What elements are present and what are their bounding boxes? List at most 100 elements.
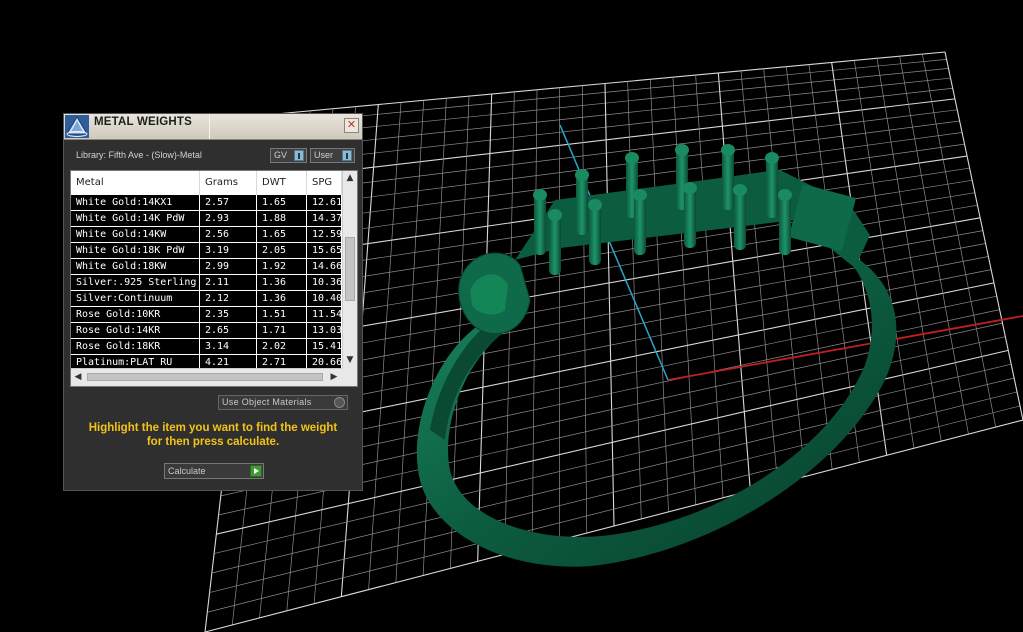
prong-tip: [721, 144, 735, 156]
metal-weights-panel: METAL WEIGHTS ✕ Library: Fifth Ave - (Sl…: [63, 113, 363, 491]
prong: [722, 150, 734, 210]
cell-metal: White Gold:14KW: [71, 227, 200, 242]
cell-spg: 12.61: [307, 195, 342, 210]
table-row[interactable]: Platinum:PLAT RU 4.21 2.71 20.66: [71, 355, 342, 368]
cell-metal: White Gold:14K PdW: [71, 211, 200, 226]
column-header-dwt[interactable]: DWT: [257, 171, 307, 195]
prong: [589, 205, 601, 265]
cell-grams: 2.35: [200, 307, 257, 322]
vertical-scrollbar[interactable]: ▲ ▼: [342, 171, 357, 368]
cell-dwt: 1.36: [257, 291, 307, 306]
table-row[interactable]: White Gold:18KW 2.99 1.92 14.66: [71, 259, 342, 275]
vertical-scroll-thumb[interactable]: [345, 237, 355, 301]
prong-tip: [765, 152, 779, 164]
table-row[interactable]: White Gold:18K PdW 3.19 2.05 15.65: [71, 243, 342, 259]
cell-metal: Silver:.925 Sterling: [71, 275, 200, 290]
table-row[interactable]: White Gold:14K PdW 2.93 1.88 14.37: [71, 211, 342, 227]
prong-tip: [575, 169, 589, 181]
cell-metal: White Gold:14KX1: [71, 195, 200, 210]
table-row[interactable]: Silver:.925 Sterling 2.11 1.36 10.36: [71, 275, 342, 291]
cell-dwt: 1.51: [257, 307, 307, 322]
library-label: Library: Fifth Ave - (Slow)-Metal: [76, 150, 202, 160]
panel-titlebar[interactable]: METAL WEIGHTS ✕: [64, 114, 362, 140]
prong-tip: [633, 189, 647, 201]
cell-grams: 2.11: [200, 275, 257, 290]
cell-grams: 2.93: [200, 211, 257, 226]
chevron-down-icon[interactable]: ▼: [343, 353, 357, 367]
column-header-grams[interactable]: Grams: [200, 171, 257, 195]
chevron-left-icon[interactable]: ◀: [71, 370, 85, 384]
cell-metal: Rose Gold:10KR: [71, 307, 200, 322]
prong-tip: [625, 152, 639, 164]
cell-metal: White Gold:18KW: [71, 259, 200, 274]
instruction-text: Highlight the item you want to find the …: [64, 421, 362, 449]
prong: [549, 215, 561, 275]
cell-spg: 14.66: [307, 259, 342, 274]
cell-dwt: 1.65: [257, 195, 307, 210]
column-header-spg[interactable]: SPG: [307, 171, 342, 195]
prong-tip: [548, 209, 562, 221]
titlebar-divider: [209, 114, 210, 139]
table-header: Metal Grams DWT SPG: [71, 171, 342, 195]
prong: [534, 195, 546, 255]
pyramid-logo-icon: [65, 115, 89, 138]
cell-grams: 3.19: [200, 243, 257, 258]
cell-spg: 14.37: [307, 211, 342, 226]
table-row[interactable]: White Gold:14KW 2.56 1.65 12.59: [71, 227, 342, 243]
prong: [684, 188, 696, 248]
gv-toggle[interactable]: GV: [270, 148, 307, 163]
prong-tip: [683, 182, 697, 194]
cell-dwt: 2.02: [257, 339, 307, 354]
cell-grams: 2.12: [200, 291, 257, 306]
user-toggle-label: User: [314, 150, 334, 160]
cell-spg: 10.40: [307, 291, 342, 306]
calculate-label: Calculate: [168, 466, 206, 476]
cell-spg: 10.36: [307, 275, 342, 290]
close-icon[interactable]: ✕: [344, 118, 359, 133]
table-row[interactable]: Silver:Continuum 2.12 1.36 10.40: [71, 291, 342, 307]
horizontal-scroll-thumb[interactable]: [87, 373, 323, 381]
cell-dwt: 1.65: [257, 227, 307, 242]
cell-spg: 13.03: [307, 323, 342, 338]
use-object-materials-option[interactable]: Use Object Materials: [218, 395, 348, 410]
cell-grams: 4.21: [200, 355, 257, 368]
user-toggle[interactable]: User: [310, 148, 355, 163]
cell-spg: 12.59: [307, 227, 342, 242]
horizontal-scrollbar[interactable]: ◀ ▶: [71, 368, 342, 386]
cell-grams: 2.56: [200, 227, 257, 242]
table-row[interactable]: Rose Gold:14KR 2.65 1.71 13.03: [71, 323, 342, 339]
cell-grams: 2.65: [200, 323, 257, 338]
cell-grams: 2.99: [200, 259, 257, 274]
table-row[interactable]: White Gold:14KX1 2.57 1.65 12.61: [71, 195, 342, 211]
prong-tip: [733, 184, 747, 196]
cell-dwt: 1.36: [257, 275, 307, 290]
scrollbar-corner: [342, 368, 357, 386]
gv-toggle-label: GV: [274, 150, 288, 160]
table-row[interactable]: Rose Gold:10KR 2.35 1.51 11.54: [71, 307, 342, 323]
instruction-line-1: Highlight the item you want to find the …: [88, 422, 338, 434]
cell-metal: Rose Gold:18KR: [71, 339, 200, 354]
chevron-right-icon[interactable]: ▶: [327, 370, 341, 384]
calculate-button[interactable]: Calculate: [164, 463, 264, 479]
table-row[interactable]: Rose Gold:18KR 3.14 2.02 15.41: [71, 339, 342, 355]
cell-dwt: 2.71: [257, 355, 307, 368]
column-header-metal[interactable]: Metal: [71, 171, 200, 195]
cell-grams: 3.14: [200, 339, 257, 354]
use-object-materials-label: Use Object Materials: [222, 397, 312, 407]
table-body: White Gold:14KX1 2.57 1.65 12.61 White Gold:…: [71, 195, 342, 368]
prong: [634, 195, 646, 255]
metal-table: Metal Grams DWT SPG White Gold:14KX1 2.57…: [70, 170, 358, 387]
prong: [734, 190, 746, 250]
radio-icon[interactable]: [334, 397, 345, 408]
cell-dwt: 1.71: [257, 323, 307, 338]
prong: [576, 175, 588, 235]
prong-tip: [588, 199, 602, 211]
cell-grams: 2.57: [200, 195, 257, 210]
cell-spg: 11.54: [307, 307, 342, 322]
play-icon[interactable]: [250, 465, 262, 477]
cell-metal: Silver:Continuum: [71, 291, 200, 306]
toggle-switch-icon: [342, 150, 352, 161]
prong-tip: [533, 189, 547, 201]
prong: [766, 158, 778, 218]
chevron-up-icon[interactable]: ▲: [343, 171, 357, 185]
